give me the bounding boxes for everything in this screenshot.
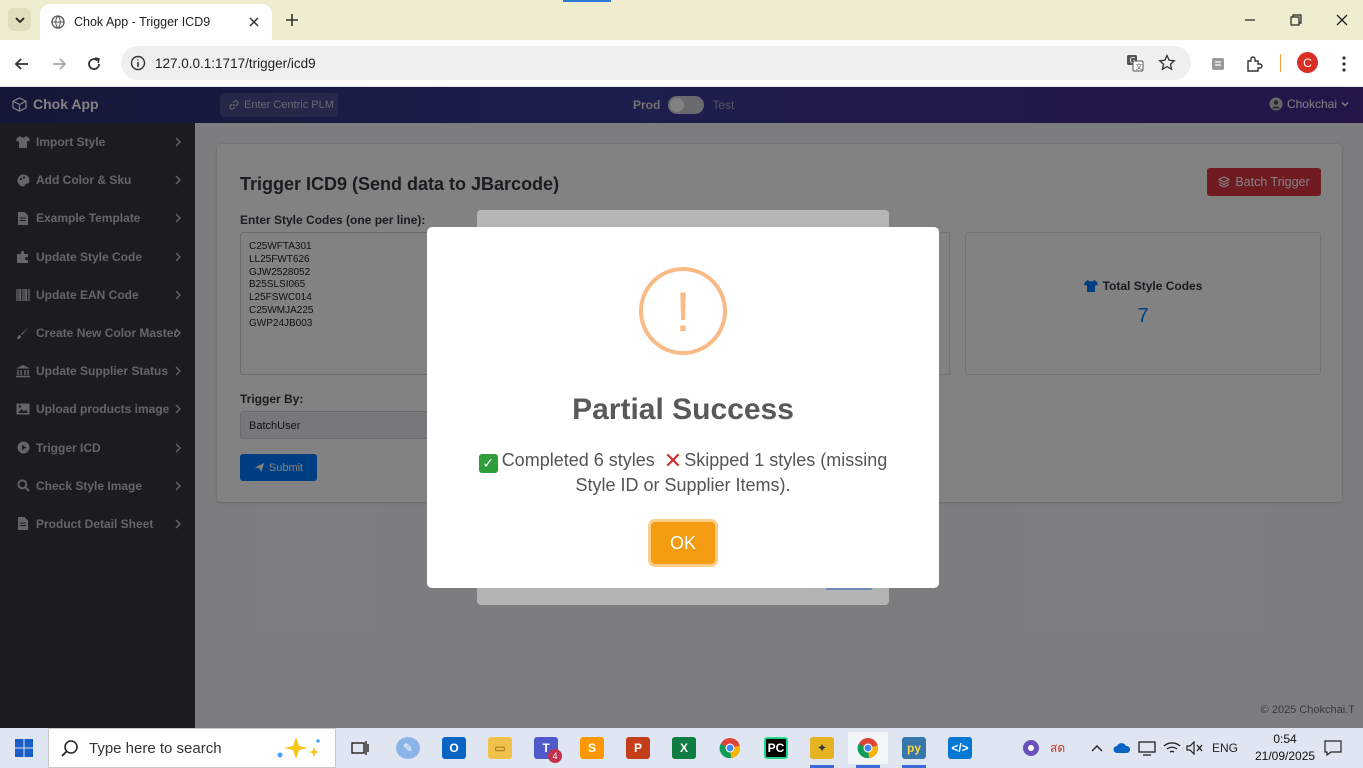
dialog-message: ✓ Completed 6 styles ✕ Skipped 1 styles (m… [467,448,899,497]
onedrive-icon[interactable] [1113,728,1131,768]
dialog-title: Partial Success [572,393,794,426]
copilot-icon[interactable] [1020,728,1042,768]
site-info-icon[interactable] [121,55,155,71]
browser-toolbar: 127.0.0.1:1717/trigger/icd9 G文 [0,40,1363,87]
clock[interactable]: 0:54 21/09/2025 [1255,731,1315,765]
taskbar: Type here to search ✎ O ▭ T 4 S P X PC ✦… [0,728,1363,768]
app-tools-icon[interactable]: ✦ [802,732,842,768]
address-bar[interactable]: 127.0.0.1:1717/trigger/icd9 G文 [121,46,1191,80]
close-window-icon[interactable] [1319,0,1363,40]
chevron-up-icon[interactable] [1091,728,1103,768]
outlook-icon[interactable]: O [434,732,474,764]
alert-dialog: ! Partial Success ✓ Completed 6 styles ✕ S… [427,227,939,588]
task-view-icon[interactable] [340,732,380,764]
clock-time: 0:54 [1273,732,1297,746]
back-icon[interactable] [9,51,35,77]
restore-icon[interactable] [1273,0,1319,40]
windows-start-icon[interactable] [0,728,48,768]
thai-status: สด [1050,740,1066,755]
menu-kebab-icon[interactable] [1333,53,1355,75]
pycharm-icon[interactable]: PC [756,732,796,764]
ok-button[interactable]: OK [651,522,715,564]
bookmark-star-icon[interactable] [1157,53,1177,73]
globe-icon [50,14,66,30]
toolbar-divider [1280,54,1281,72]
volume-muted-icon[interactable] [1186,728,1204,768]
extensions-icon[interactable] [1243,53,1265,75]
browser-tab-active[interactable]: Chok App - Trigger ICD9 [40,4,272,40]
file-explorer-icon[interactable]: ▭ [480,732,520,764]
profile-avatar[interactable]: C [1297,52,1318,73]
check-icon: ✓ [478,454,498,473]
search-placeholder: Type here to search [89,739,222,757]
teams-icon[interactable]: T 4 [526,732,566,764]
powerpoint-icon[interactable]: P [618,732,658,764]
svg-text:文: 文 [1136,62,1143,71]
search-icon [61,740,78,757]
chevron-down-icon [14,16,25,23]
vscode-icon[interactable]: </> [940,732,980,764]
cross-icon: ✕ [663,448,683,473]
completed-text: Completed 6 styles [501,450,655,470]
tab-indicator [563,0,611,2]
reload-icon[interactable] [81,51,107,77]
language-indicator[interactable]: ENG [1212,728,1238,768]
forward-icon[interactable] [46,51,72,77]
minimize-icon[interactable] [1227,0,1273,40]
reading-mode-icon[interactable] [1207,53,1229,75]
chrome-profile-icon[interactable] [848,732,888,768]
translate-icon[interactable]: G文 [1125,53,1145,73]
new-tab-icon[interactable] [282,10,302,30]
display-icon[interactable] [1138,728,1156,768]
sparkle-icon [277,737,320,759]
url-text: 127.0.0.1:1717/trigger/icd9 [155,55,316,71]
close-tab-icon[interactable] [246,14,262,30]
wifi-icon[interactable] [1163,728,1181,768]
excel-icon[interactable]: X [664,732,704,764]
tab-strip: Chok App - Trigger ICD9 [0,0,1363,40]
clock-date: 21/09/2025 [1255,749,1316,763]
taskbar-search[interactable]: Type here to search [48,728,336,768]
sublime-text-icon[interactable]: S [572,732,612,764]
tab-title: Chok App - Trigger ICD9 [74,15,211,29]
teams-badge: 4 [548,749,562,763]
warning-icon: ! [639,267,727,355]
chrome-icon[interactable] [710,732,750,764]
python-icon[interactable]: py [894,732,934,768]
notification-icon[interactable] [1324,728,1342,768]
paint-icon[interactable]: ✎ [388,732,428,764]
tab-search-button[interactable] [8,8,31,31]
